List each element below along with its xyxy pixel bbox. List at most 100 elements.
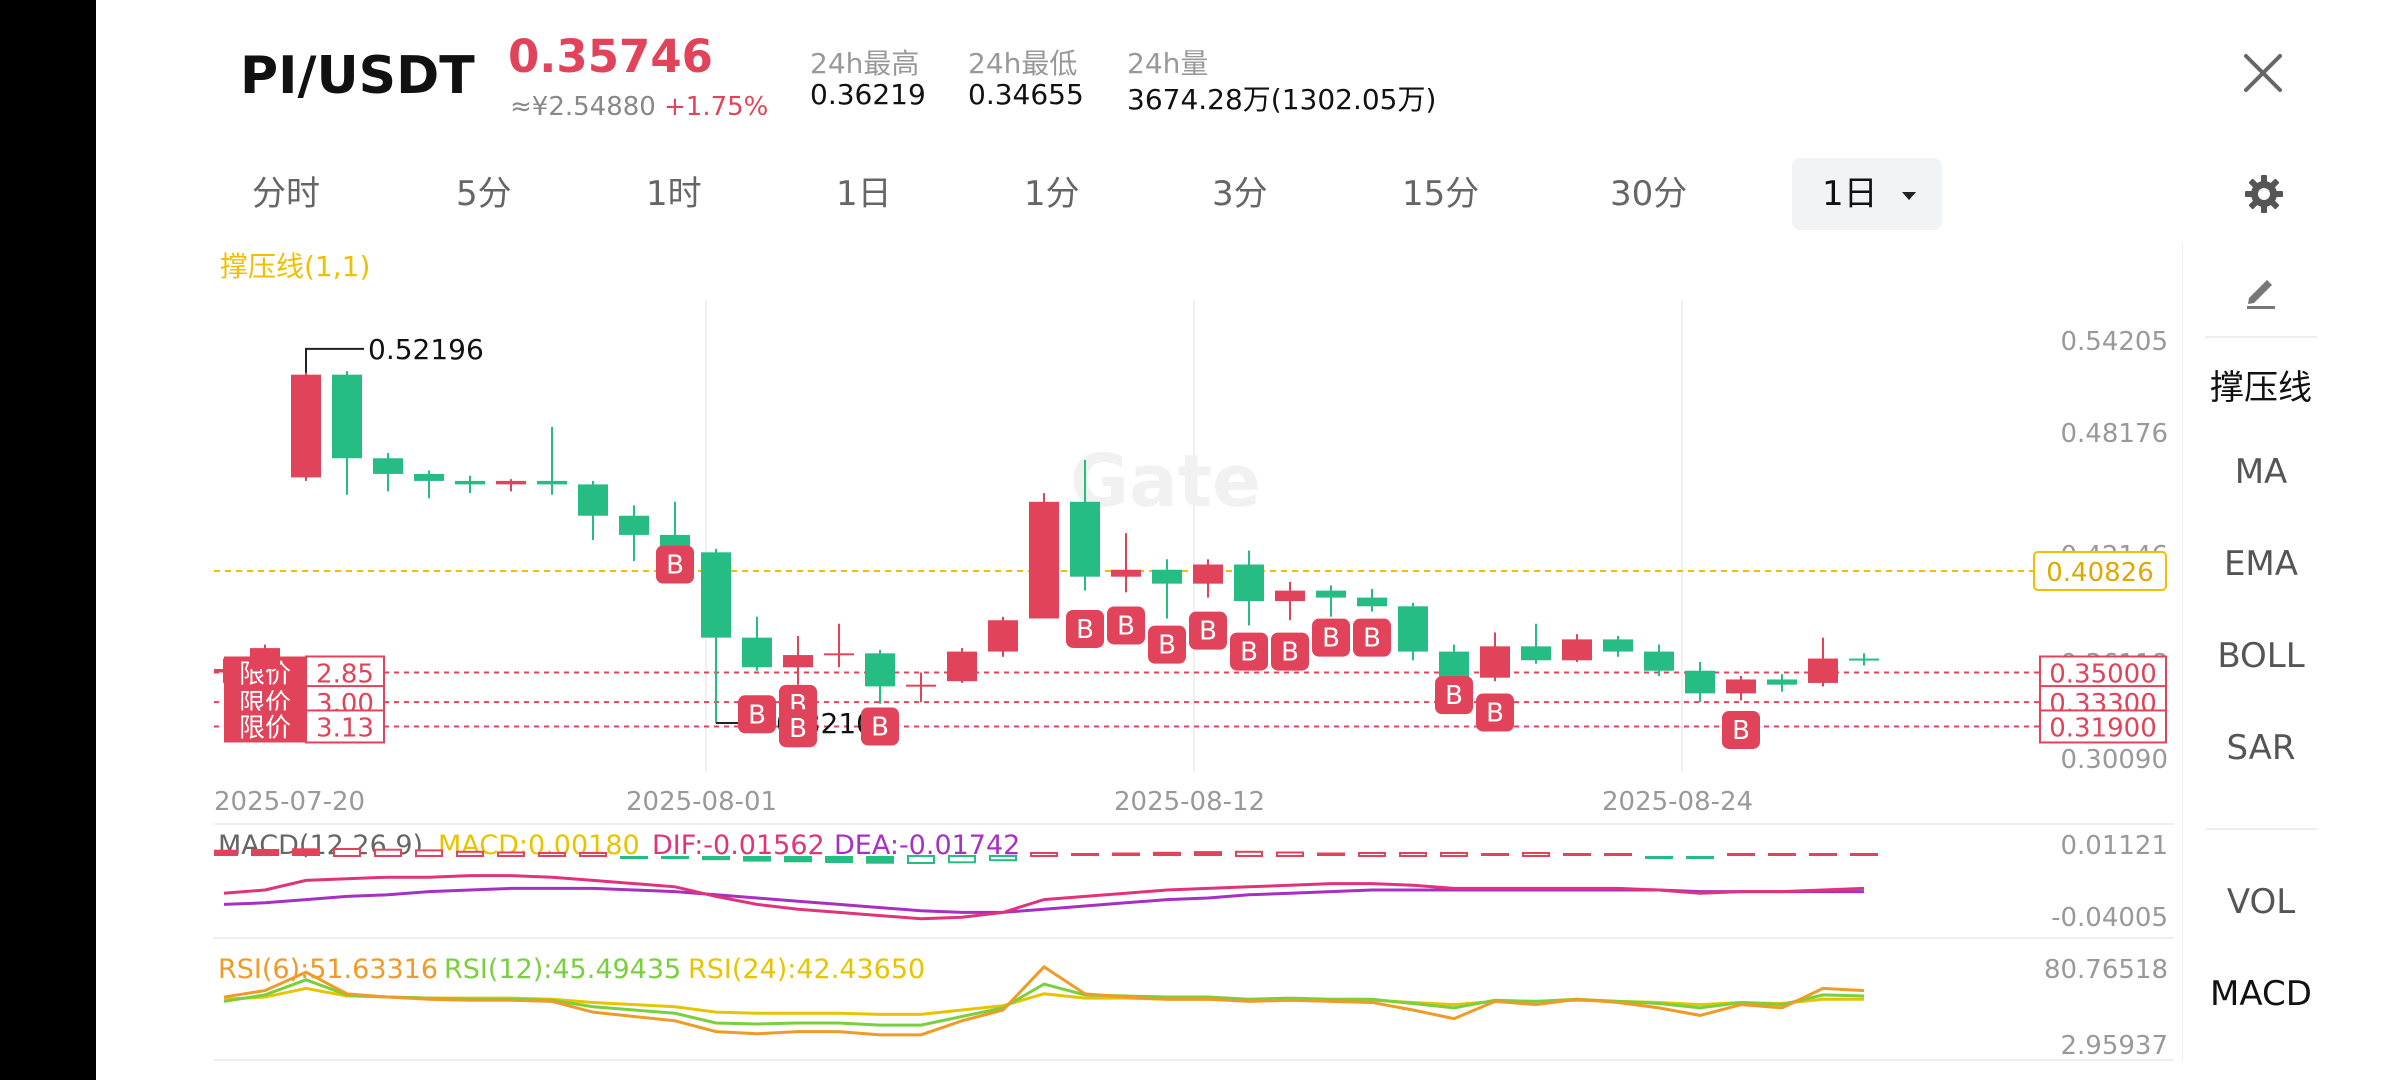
indicator-title: 撑压线(1,1) [220,250,370,283]
buy-marker-label: B [1240,638,1258,668]
buy-marker-label: B [1076,615,1094,645]
candle-body [373,458,403,474]
limit-tag-label: 限价 [239,713,291,743]
candle-body [906,684,936,687]
candle-body [783,655,813,668]
limit-tag-value: 2.85 [316,659,374,689]
macd-hist-bar [333,848,361,857]
sidebar-item-macd[interactable]: MACD [2183,974,2339,1014]
buy-marker-label: B [1158,631,1176,661]
limit-price-label: 0.35000 [2049,659,2157,689]
chevron-down-icon [1902,191,1917,200]
macd-y-tick: 0.01121 [2060,831,2168,861]
buy-marker-label: B [748,700,766,730]
rsi-y-tick: 2.95937 [2060,1031,2168,1061]
candle-body [209,669,239,673]
macd-hist-bar [538,852,566,857]
sidebar-item-boll[interactable]: BOLL [2183,636,2339,676]
buy-marker-label: B [1363,624,1381,654]
tab-15min[interactable]: 15分 [1402,158,1479,230]
macd-hist-bar [1727,853,1755,856]
candle-body [701,552,731,638]
candlestick-chart-area[interactable]: 撑压线(1,1)Gate0.542050.481760.421460.36118… [209,242,2174,1062]
macd-hist-bar [497,851,525,857]
tab-1min[interactable]: 1分 [1024,158,1080,230]
macd-hist-bar [1194,851,1222,856]
tab-active-label: 1日 [1822,174,1878,214]
tab-3min[interactable]: 3分 [1212,158,1268,230]
candle-body [988,620,1018,652]
macd-hist-bar [948,855,976,864]
candle-body [1439,651,1469,678]
macd-hist-bar [784,856,812,863]
candle-body [1275,590,1305,602]
macd-hist-bar [292,848,320,856]
high-annotation-label: 0.52196 [368,333,484,366]
cny-price: ≈¥2.54880 [510,92,656,122]
macd-hist-bar [1235,850,1263,857]
pair-name[interactable]: PI/USDT [240,46,475,106]
low-value: 0.34655 [968,78,1084,111]
y-tick-label: 0.48176 [2060,419,2168,449]
macd-hist-bar [1522,852,1550,857]
candle-body [578,484,608,516]
sidebar-item-vol[interactable]: VOL [2183,882,2339,922]
candle-body [1562,639,1592,661]
buy-marker-label: B [871,712,889,742]
macd-hist-bar [907,855,935,864]
macd-hist-bar [1153,851,1181,856]
macd-hist-bar [579,852,607,857]
buy-marker-label: B [1281,638,1299,668]
macd-hist-bar [1358,852,1386,857]
sidebar-item-sr-line[interactable]: 撑压线 [2183,360,2339,409]
candle-body [250,648,280,670]
sidebar-item-sar[interactable]: SAR [2183,728,2339,768]
tab-1day-dropdown[interactable]: 1日 [1792,158,1942,230]
x-tick-label: 2025-08-12 [1114,787,1265,817]
kline-chart[interactable]: 撑压线(1,1)Gate0.542050.481760.421460.36118… [209,242,2174,1062]
macd-hist-bar [1399,852,1427,857]
y-tick-label: 0.54205 [2060,327,2168,357]
candle-body [1398,606,1428,652]
tab-5min[interactable]: 5分 [456,158,512,230]
macd-hist-bar [456,850,484,857]
sidebar-item-ma[interactable]: MA [2183,452,2339,492]
high-value: 0.36219 [810,78,926,111]
candle-body [1234,564,1264,602]
tab-30min[interactable]: 30分 [1610,158,1687,230]
candle-body [291,374,321,478]
candle-body [1726,679,1756,694]
tab-1hour[interactable]: 1时 [646,158,702,230]
candle-body [537,480,567,485]
macd-hist-bar [1563,853,1591,856]
candle-body [1480,646,1510,678]
buy-marker-label: B [1117,611,1135,641]
buy-marker-label: B [1199,617,1217,647]
candle-body [414,473,444,481]
volume-label: 24h量 [1127,47,1209,80]
tab-1day[interactable]: 1日 [836,158,892,230]
gear-icon[interactable] [2244,174,2284,214]
sidebar-item-ema[interactable]: EMA [2183,544,2339,584]
candle-body [1849,658,1879,661]
macd-hist-bar [374,848,402,858]
rsi6-label: RSI(6):51.63316 [218,954,438,985]
interval-tabs: 分时 5分 1时 1日 1分 3分 15分 30分 1日 [220,158,1960,230]
macd-hist-bar [825,856,853,863]
macd-hist-bar [210,849,238,856]
macd-hist-bar [1440,852,1468,857]
high-annotation-leader [305,347,364,373]
macd-hist-bar [1850,853,1878,856]
candle-body [1685,670,1715,694]
macd-hist-bar [989,855,1017,862]
close-icon[interactable] [2240,50,2286,96]
macd-hist-bar [866,856,894,864]
macd-hist-bar [415,849,443,858]
candle-body [1808,658,1838,683]
macd-hist-bar [1809,853,1837,856]
sidebar-divider [2205,336,2317,338]
pencil-icon[interactable] [2241,270,2281,310]
candle-body [1644,651,1674,671]
candle-body [619,515,649,535]
tab-time-share[interactable]: 分时 [252,158,320,230]
